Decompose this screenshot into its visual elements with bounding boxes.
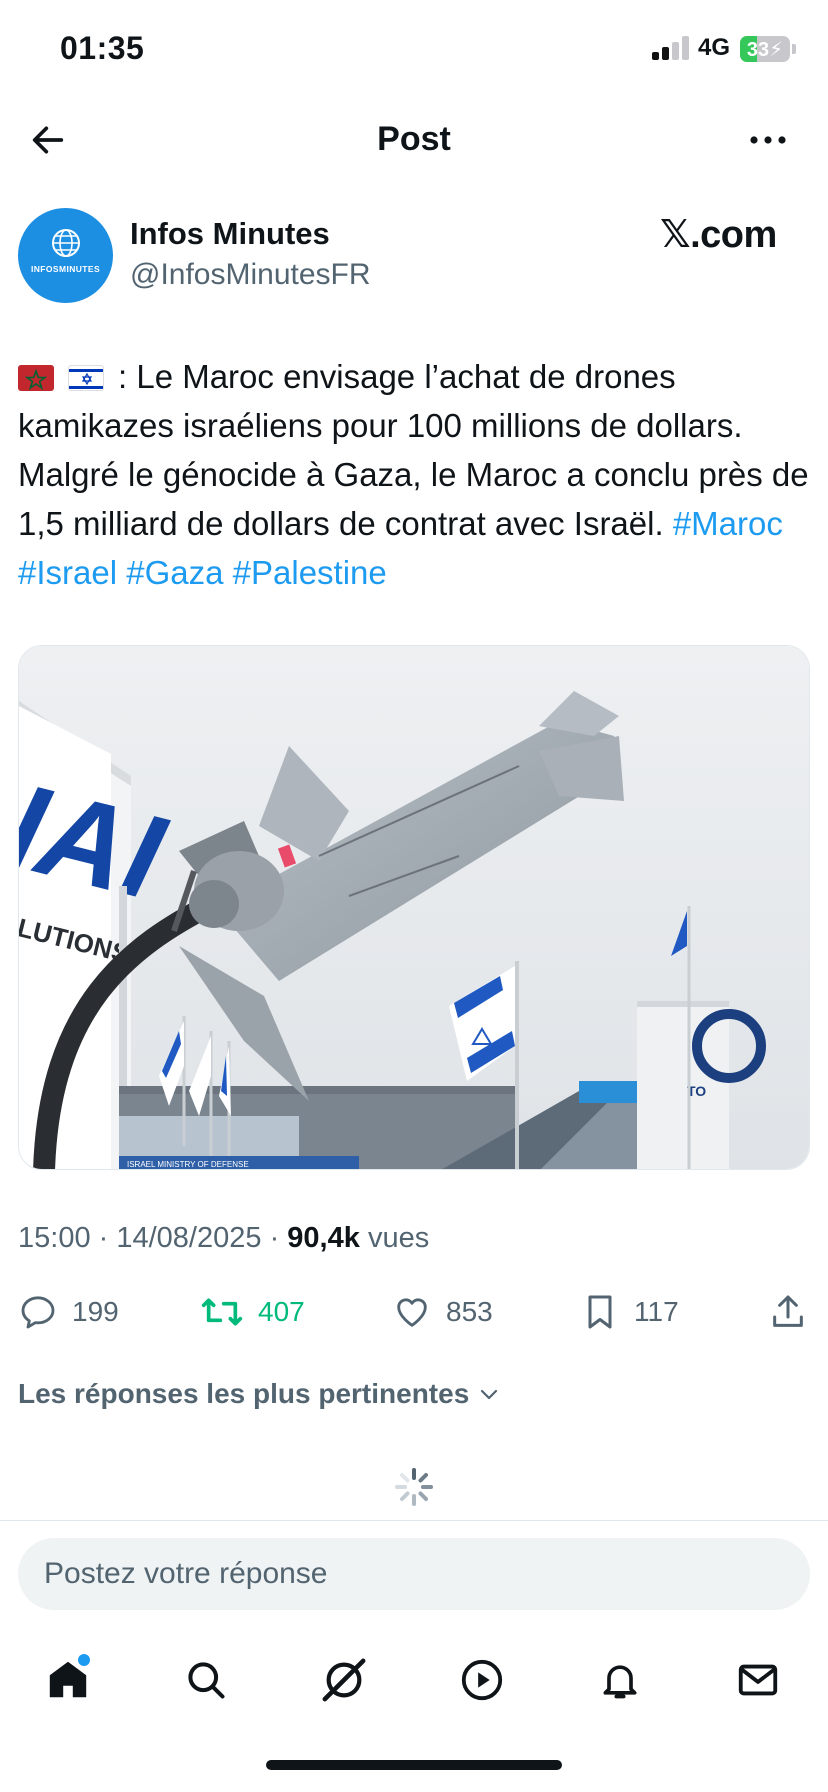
bookmark-button[interactable]: 117	[580, 1288, 679, 1336]
tab-grok[interactable]	[314, 1650, 374, 1710]
grok-icon	[322, 1658, 366, 1702]
tab-messages[interactable]	[728, 1650, 788, 1710]
repost-icon	[201, 1298, 243, 1326]
like-button[interactable]: 853	[392, 1288, 493, 1336]
bookmark-icon	[588, 1295, 612, 1329]
bottom-tab-bar	[0, 1640, 828, 1720]
home-notification-dot	[78, 1654, 90, 1666]
more-horizontal-icon	[750, 136, 786, 144]
hashtag-link[interactable]: #Israel	[18, 554, 117, 591]
action-bar: 199 407 853 117	[0, 1282, 828, 1342]
video-icon	[461, 1659, 503, 1701]
status-time: 01:35	[60, 30, 145, 66]
reply-button[interactable]: 199	[18, 1288, 119, 1336]
author-name[interactable]: Infos Minutes	[130, 216, 330, 252]
x-logo-watermark: 𝕏.com	[660, 214, 777, 256]
tab-home[interactable]	[38, 1650, 98, 1710]
share-icon	[773, 1295, 803, 1327]
page-title: Post	[377, 120, 451, 158]
post-timestamp: 15:00 · 14/08/2025 · 90,4k vues	[18, 1222, 430, 1254]
reply-input[interactable]	[18, 1538, 810, 1610]
israel-flag-icon	[68, 365, 104, 391]
author-handle[interactable]: @InfosMinutesFR	[130, 258, 371, 292]
banner-text: ISRAEL MINISTRY OF DEFENSE	[127, 1160, 249, 1169]
status-bar: 01:35 4G 33⚡	[0, 0, 828, 100]
tab-video[interactable]	[452, 1650, 512, 1710]
hashtag-link[interactable]: #Gaza	[126, 554, 223, 591]
tab-search[interactable]	[176, 1650, 236, 1710]
network-type: 4G	[698, 34, 731, 61]
nav-bar: Post	[0, 100, 828, 180]
battery-cap	[792, 44, 796, 54]
avatar[interactable]: INFOSMINUTES	[18, 208, 113, 303]
bookmark-count: 117	[634, 1296, 679, 1327]
repost-count: 407	[258, 1296, 305, 1327]
reply-icon	[21, 1296, 55, 1329]
chevron-down-icon	[481, 1389, 498, 1400]
heart-icon	[397, 1298, 427, 1327]
home-indicator	[266, 1760, 562, 1770]
battery-percent: 33⚡	[746, 39, 784, 61]
avatar-brand-text: INFOSMINUTES	[30, 264, 101, 274]
morocco-flag-icon	[18, 365, 54, 391]
replies-sort-label: Les réponses les plus pertinentes	[18, 1378, 470, 1409]
replies-sort-dropdown[interactable]: Les réponses les plus pertinentes	[18, 1378, 501, 1410]
messages-icon	[738, 1664, 778, 1696]
hashtag-link[interactable]: #Palestine	[233, 554, 387, 591]
loading-spinner-icon	[395, 1468, 433, 1506]
reply-count: 199	[72, 1296, 119, 1327]
share-button[interactable]	[768, 1288, 808, 1336]
post-image[interactable]: IAI LUTIONS ISRAEL MINISTRY OF DEFENSE T…	[18, 645, 810, 1170]
battery-icon: 33⚡	[740, 36, 790, 62]
like-count: 853	[446, 1296, 493, 1327]
globe-icon	[52, 229, 80, 257]
drone-photo: IAI LUTIONS ISRAEL MINISTRY OF DEFENSE T…	[19, 646, 809, 1169]
repost-button[interactable]: 407	[200, 1288, 305, 1336]
post-text: : Le Maroc envisage l’achat de drones ka…	[18, 352, 818, 597]
cellular-signal-icon	[652, 36, 690, 60]
search-icon	[188, 1662, 225, 1699]
divider	[0, 1520, 828, 1521]
more-options-button[interactable]	[740, 116, 796, 164]
notifications-icon	[603, 1665, 637, 1699]
tab-notifications[interactable]	[590, 1650, 650, 1710]
hashtag-link[interactable]: #Maroc	[673, 505, 783, 542]
